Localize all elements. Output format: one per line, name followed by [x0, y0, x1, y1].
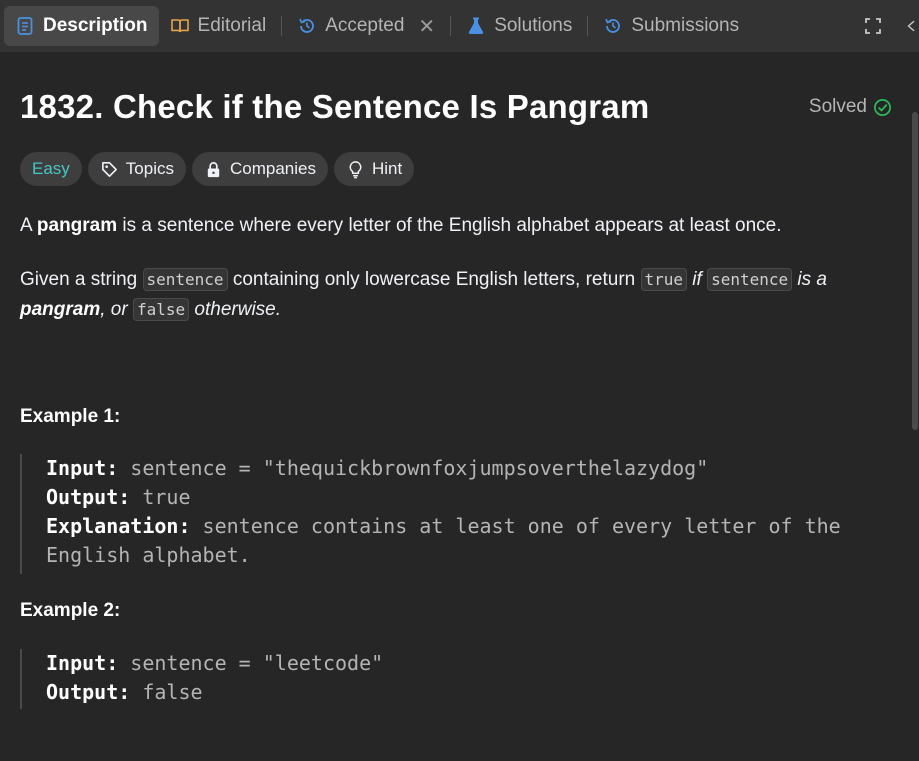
text: Given a string: [20, 269, 143, 290]
text: A: [20, 215, 37, 236]
tab-label: Description: [43, 15, 148, 36]
text: is a sentence where every letter of the …: [117, 215, 782, 236]
check-circle-icon: [874, 98, 891, 116]
inline-code: sentence: [707, 268, 793, 291]
bold-term: pangram: [36, 215, 118, 236]
output-label: Output:: [46, 485, 131, 509]
text: otherwise.: [189, 299, 282, 320]
tab-label: Editorial: [197, 15, 267, 36]
input-value: sentence = "thequickbrownfoxjumpsoverthe…: [130, 456, 709, 480]
explanation-label: Explanation:: [46, 514, 191, 538]
description-paragraph: A pangram is a sentence where every lett…: [20, 211, 900, 241]
tab-divider: [450, 16, 452, 36]
description-paragraph: Given a string sentence containing only …: [20, 265, 900, 325]
tab-divider: [281, 16, 283, 36]
tab-label: Accepted: [325, 15, 405, 36]
output-value: true: [142, 485, 191, 509]
example-output-line: Output: true: [46, 483, 880, 512]
input-label: Input:: [46, 456, 119, 480]
scrollbar[interactable]: [911, 52, 919, 761]
expand-icon[interactable]: [863, 16, 883, 36]
example-title: Example 1:: [20, 406, 121, 427]
lightbulb-icon: [349, 160, 362, 178]
tab-solutions[interactable]: Solutions: [455, 6, 583, 46]
inline-code: sentence: [142, 268, 228, 291]
problem-title[interactable]: 1832. Check if the Sentence Is Pangram: [20, 88, 649, 126]
difficulty-label: Easy: [32, 159, 70, 178]
tab-label: Submissions: [631, 15, 740, 36]
tag-icon: [101, 161, 117, 177]
example-block: Input: sentence = "thequickbrownfoxjumps…: [20, 454, 880, 574]
companies-button[interactable]: Companies: [191, 152, 328, 186]
inline-code: false: [132, 298, 190, 321]
book-icon: [170, 19, 189, 33]
solved-label: Solved: [808, 96, 867, 117]
topics-label: Topics: [125, 159, 174, 178]
companies-label: Companies: [229, 159, 316, 178]
close-icon[interactable]: ✕: [418, 14, 435, 39]
bold-term: pangram: [20, 299, 101, 320]
input-label: Input:: [46, 651, 119, 675]
tab-accepted[interactable]: Accepted ✕: [286, 6, 446, 46]
text: containing only lowercase English letter…: [227, 269, 641, 290]
tab-bar: Description Editorial Accepted ✕ Solutio…: [0, 0, 919, 52]
title-row: 1832. Check if the Sentence Is Pangram S…: [20, 88, 900, 126]
topics-button[interactable]: Topics: [87, 152, 186, 186]
tab-submissions[interactable]: Submissions: [592, 6, 750, 46]
hint-button[interactable]: Hint: [333, 152, 415, 186]
tab-description[interactable]: Description: [4, 6, 159, 46]
hint-label: Hint: [371, 159, 403, 178]
example-block: Input: sentence = "leetcode" Output: fal…: [20, 649, 880, 709]
tab-divider: [587, 16, 589, 36]
example-output-line: Output: false: [46, 678, 880, 707]
text: if: [687, 269, 708, 290]
history-icon: [605, 18, 621, 33]
lock-icon: [207, 161, 220, 177]
text: , or: [100, 299, 133, 320]
scrollbar-thumb[interactable]: [912, 112, 918, 430]
difficulty-badge: Easy: [20, 152, 82, 186]
tab-editorial[interactable]: Editorial: [159, 6, 278, 46]
description-icon: [17, 17, 33, 35]
example-input-line: Input: sentence = "thequickbrownfoxjumps…: [46, 454, 880, 483]
example-title: Example 2:: [20, 600, 121, 621]
tab-label: Solutions: [494, 15, 573, 36]
flask-icon: [469, 17, 484, 34]
input-value: sentence = "leetcode": [130, 651, 384, 675]
history-icon: [299, 18, 315, 33]
tabbar-controls: [863, 0, 919, 52]
example-explanation-line: Explanation: sentence contains at least …: [46, 512, 880, 570]
solved-status: Solved: [809, 96, 892, 118]
example-input-line: Input: sentence = "leetcode": [46, 649, 880, 678]
output-label: Output:: [46, 680, 131, 704]
chevron-left-icon[interactable]: [905, 16, 919, 36]
problem-tags: Easy Topics Companies Hint: [20, 152, 415, 186]
output-value: false: [142, 680, 203, 704]
text: is a: [792, 269, 828, 290]
inline-code: true: [640, 268, 688, 291]
